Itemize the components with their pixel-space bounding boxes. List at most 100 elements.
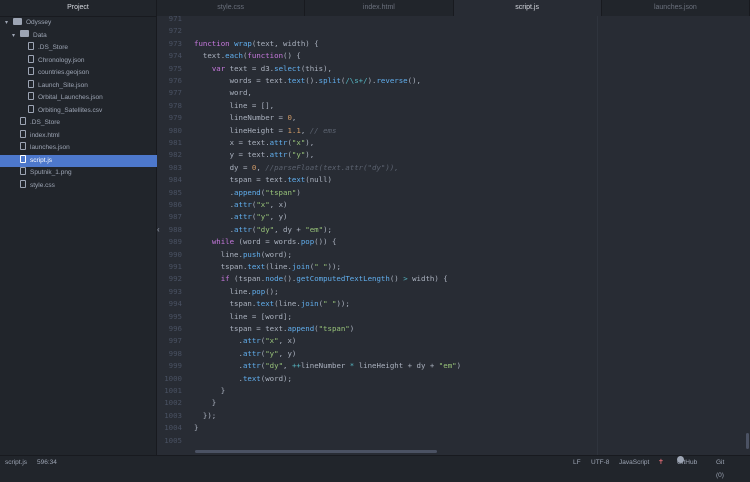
code-line: text.each(function() { [194, 51, 301, 61]
tree-file[interactable]: script.js [0, 154, 157, 167]
code-line: tspan = text.text(null) [194, 175, 332, 185]
tree-item-label: Launch_Site.json [38, 81, 88, 89]
tree-file[interactable]: Launch_Site.json [0, 79, 157, 92]
tab-style-css[interactable]: style.css [157, 0, 306, 16]
line-number: 997 [168, 336, 182, 346]
code-line: line = [word]; [194, 311, 292, 321]
file-icon [28, 67, 34, 76]
line-number: 987 [168, 212, 182, 222]
tab-bar: style.css index.html script.js launches.… [157, 0, 750, 17]
tree-file[interactable]: launches.json [0, 142, 157, 154]
tree-file[interactable]: .DS_Store [0, 42, 157, 54]
status-file[interactable]: script.js [5, 456, 27, 469]
line-number: 977 [168, 88, 182, 98]
code-line: .append("tspan") [194, 187, 301, 197]
folder-icon [20, 30, 29, 38]
line-number: 990 [168, 249, 182, 259]
code-line: .attr("dy", ++lineNumber * lineHeight + … [194, 361, 462, 371]
line-number: 971 [168, 16, 182, 23]
wrap-guide [597, 16, 598, 455]
tree-folder[interactable]: ▾ Odyssey [0, 17, 157, 29]
line-number: 989 [168, 237, 182, 247]
line-number: 975 [168, 63, 182, 73]
status-bar: script.js 596:34 LF UTF-8 JavaScript ✝ G… [0, 455, 750, 479]
line-number: 972 [168, 26, 182, 36]
status-encoding[interactable]: UTF-8 [591, 456, 609, 469]
tree-item-label: script.js [30, 156, 53, 164]
file-icon [28, 104, 34, 113]
code-line: line = [], [194, 100, 275, 110]
tree-item-label: Sputnik_1.png [30, 169, 72, 176]
line-number: 978 [168, 100, 182, 110]
code-line: function wrap(text, width) { [194, 38, 319, 48]
chevron-down-icon: ▾ [12, 32, 16, 39]
tree-file[interactable]: Chronology.json [0, 54, 157, 67]
line-number: 995 [168, 311, 182, 321]
code-line: .attr("x", x) [194, 200, 288, 209]
code-line: tspan = text.append("tspan") [194, 324, 355, 333]
tab-script-js[interactable]: script.js [453, 0, 602, 16]
code-line: line.push(word); [194, 249, 292, 259]
code-line: } [194, 398, 217, 408]
vertical-scrollbar[interactable] [746, 433, 749, 449]
code-line: line.pop(); [194, 286, 279, 296]
tree-file[interactable]: Orbiting_Satellites.csv [0, 104, 157, 117]
tab-index-html[interactable]: index.html [305, 0, 454, 16]
line-number: 986 [168, 200, 182, 209]
line-number: 984 [168, 175, 182, 185]
code-area[interactable]: function wrap(text, width) { text.each(f… [194, 16, 594, 455]
code-line: x = text.attr("x"), [194, 138, 315, 147]
project-tree-panel: Project ▾ Odyssey ▾ Data .DS_Store Chronology… [0, 0, 157, 455]
line-number: 1002 [164, 398, 182, 408]
line-number: 974 [168, 51, 182, 61]
chevron-left-icon[interactable]: ‹ [157, 225, 160, 234]
code-editor[interactable]: 971 972 973 974 975 976 977 978 979 980 981 982 983 9… [157, 16, 750, 455]
code-line: } [194, 423, 199, 433]
tree-file[interactable]: Orbital_Launches.json [0, 92, 157, 104]
file-icon [28, 42, 34, 51]
tree-file[interactable]: .DS_Store [0, 117, 157, 129]
tree-folder[interactable]: ▾ Data [0, 30, 157, 42]
code-line: tspan.text(line.join(" ")); [194, 299, 350, 309]
tab-launches-json[interactable]: launches.json [602, 0, 750, 16]
code-line: dy = 0, //parseFloat(text.attr("dy")), [194, 162, 399, 172]
code-line: .text(word); [194, 373, 292, 383]
tree-file[interactable]: style.css [0, 179, 157, 192]
code-line: if (tspan.node().getComputedTextLength()… [220, 274, 448, 284]
tree-file[interactable]: countries.geojson [0, 67, 157, 79]
code-line: } [194, 386, 226, 395]
code-line: .attr("dy", dy + "em"); [194, 224, 332, 234]
tree-item-label: style.css [30, 181, 55, 189]
status-grammar[interactable]: JavaScript [619, 456, 649, 469]
tree-item-label: Data [33, 31, 47, 39]
tree-file[interactable]: index.html [0, 129, 157, 142]
line-number: 996 [168, 324, 182, 333]
code-line: .attr("y", y) [194, 348, 297, 358]
tree-item-label: Orbiting_Satellites.csv [38, 106, 103, 114]
status-cursor-position[interactable]: 596:34 [37, 456, 57, 469]
line-number: 985 [168, 187, 182, 197]
github-label: GitHub [677, 459, 698, 466]
line-number: 1001 [164, 386, 182, 395]
tree-item-label: .DS_Store [30, 119, 60, 126]
chevron-down-icon: ▾ [5, 20, 9, 26]
tree-item-label: countries.geojson [38, 69, 89, 76]
tree-item-label: index.html [30, 131, 60, 139]
horizontal-scrollbar[interactable] [195, 450, 437, 453]
line-number: 999 [168, 361, 182, 371]
line-number: 992 [168, 274, 182, 284]
code-line: y = text.attr("y"), [194, 150, 315, 160]
code-line: lineHeight = 1.1, // ems [194, 125, 337, 135]
file-icon [20, 154, 26, 163]
code-line: }); [194, 410, 217, 420]
line-number: 1003 [164, 410, 182, 420]
status-line-ending[interactable]: LF [573, 456, 581, 469]
file-icon [20, 167, 26, 176]
tree-item-label: Chronology.json [38, 56, 85, 64]
tree-file[interactable]: Sputnik_1.png [0, 167, 157, 179]
code-line: tspan.text(line.join(" ")); [194, 262, 341, 271]
line-number: 998 [168, 348, 182, 358]
line-number: 994 [168, 299, 182, 309]
code-line: var text = d3.select(this), [211, 63, 332, 73]
line-number: 991 [168, 262, 182, 271]
